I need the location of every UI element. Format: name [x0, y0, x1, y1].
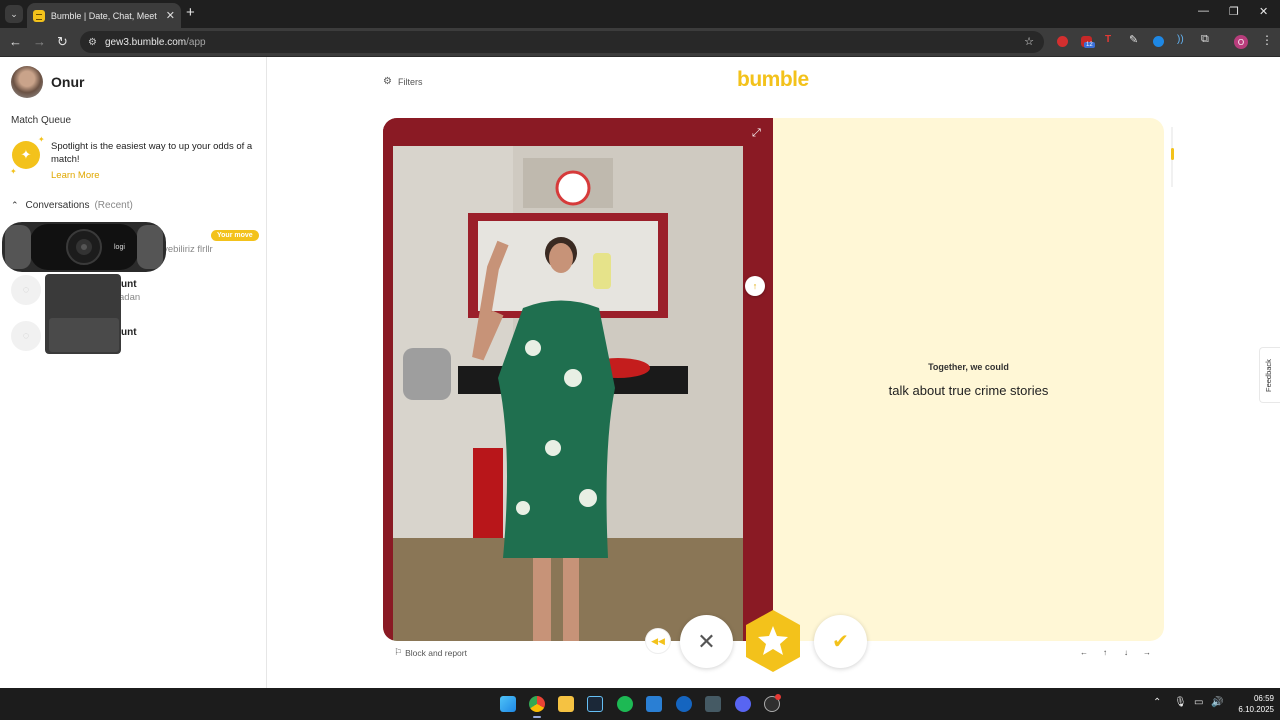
- sparkle-small-icon: ✦: [10, 167, 17, 176]
- rewind-button[interactable]: ◀◀: [645, 628, 671, 654]
- profile-avatar[interactable]: O: [1234, 35, 1248, 49]
- feedback-label: Feedback: [1264, 359, 1273, 392]
- checkmark-icon: ✔: [832, 631, 849, 653]
- site-info-icon[interactable]: ⚙: [88, 37, 97, 48]
- window-close-icon[interactable]: ✕: [1259, 5, 1268, 18]
- bookmark-star-icon[interactable]: ☆: [1024, 35, 1034, 48]
- close-x-icon: ✕: [697, 628, 716, 654]
- steam-icon[interactable]: [587, 696, 603, 712]
- volume-icon[interactable]: 🔊: [1211, 697, 1223, 708]
- extension-badge: 12: [1084, 42, 1095, 48]
- block-report-label: Block and report: [405, 647, 467, 658]
- notification-dot: [775, 694, 781, 700]
- url-path: /app: [186, 36, 206, 48]
- like-button[interactable]: ✔: [814, 615, 867, 668]
- browser-menu-icon[interactable]: ⋮: [1261, 33, 1273, 47]
- conversations-filter[interactable]: (Recent): [94, 200, 132, 211]
- photos-icon[interactable]: [646, 696, 662, 712]
- restore-icon[interactable]: ❐: [1229, 5, 1239, 18]
- your-move-badge: Your move: [211, 230, 259, 241]
- user-avatar[interactable]: [11, 66, 43, 98]
- extension-pen-icon[interactable]: ✎: [1129, 33, 1140, 46]
- browser-tab-bar: ⌄ Bumble | Date, Chat, Meet New ✕ + — ❐ …: [0, 0, 1280, 28]
- learn-more-link[interactable]: Learn More: [51, 170, 100, 181]
- profile-photo[interactable]: [383, 118, 773, 641]
- settings-app-icon[interactable]: [705, 696, 721, 712]
- clock-time: 06:59: [1253, 694, 1274, 703]
- prompt-answer: talk about true crime stories: [888, 383, 1049, 398]
- scroll-up-arrow-icon[interactable]: ↑: [745, 276, 765, 296]
- bumble-favicon-icon: [33, 9, 45, 22]
- superswipe-button[interactable]: [742, 608, 804, 674]
- back-arrow-icon[interactable]: ←: [9, 34, 22, 49]
- key-up-hint: ↑: [1103, 647, 1107, 657]
- profile-card: ⤢ ↑ Together, we could talk about true c…: [383, 118, 1164, 641]
- sparkle-small-icon: ✦: [38, 135, 45, 144]
- microphone-icon[interactable]: 🎙: [1174, 697, 1187, 708]
- tab-search-chevron-icon[interactable]: ⌄: [5, 5, 23, 23]
- url-host: gew3.bumble.com: [104, 36, 187, 48]
- spotlight-sparkle-icon[interactable]: ✦: [12, 141, 40, 169]
- extension-wave-icon[interactable]: )): [1177, 34, 1188, 45]
- spotify-icon[interactable]: [617, 696, 633, 712]
- chevron-up-icon[interactable]: ⌃: [11, 200, 19, 211]
- spotlight-text: Spotlight is the easiest way to up your …: [51, 141, 253, 165]
- conversation-snippet: iyebiliriz flrllr: [161, 244, 213, 255]
- filters-label: Filters: [397, 76, 423, 87]
- display-icon[interactable]: ▭: [1194, 697, 1203, 708]
- match-queue-title: Match Queue: [11, 115, 72, 126]
- sidebar: Onur Match Queue ✦ ✦ ✦ Spotlight is the …: [0, 57, 267, 688]
- conversations-title: Conversations: [25, 200, 90, 211]
- user-name[interactable]: Onur: [51, 74, 84, 90]
- extension-blue-icon[interactable]: [1153, 36, 1164, 47]
- file-explorer-icon[interactable]: [558, 696, 574, 712]
- forward-arrow-icon[interactable]: →: [33, 34, 46, 49]
- reload-icon[interactable]: ↻: [57, 34, 68, 50]
- active-tab[interactable]: Bumble | Date, Chat, Meet New ✕: [27, 3, 181, 28]
- block-and-report-link[interactable]: ⚐ Block and report: [394, 647, 467, 658]
- pass-button[interactable]: ✕: [680, 615, 733, 668]
- chrome-icon[interactable]: [529, 696, 545, 712]
- key-right-hint: →: [1143, 647, 1151, 657]
- expand-photo-icon[interactable]: ⤢: [752, 127, 761, 140]
- system-clock[interactable]: 06:59 6.10.2025: [1226, 693, 1274, 715]
- start-windows-icon[interactable]: [500, 696, 516, 712]
- tray-chevron-up-icon[interactable]: ⌃: [1153, 697, 1161, 708]
- clock-date: 6.10.2025: [1238, 705, 1274, 714]
- minimize-icon[interactable]: —: [1198, 5, 1209, 17]
- key-down-hint: ↓: [1124, 647, 1128, 657]
- feedback-tab[interactable]: Feedback: [1259, 347, 1280, 403]
- discord-icon[interactable]: [735, 696, 751, 712]
- prompt-question: Together, we could: [928, 362, 1009, 372]
- extensions-puzzle-icon[interactable]: ⧉: [1201, 33, 1212, 45]
- extension-red-icon[interactable]: [1057, 36, 1068, 47]
- extension-tp-icon[interactable]: T: [1105, 34, 1116, 45]
- tab-title: Bumble | Date, Chat, Meet New: [50, 10, 160, 21]
- active-app-indicator: [533, 716, 541, 718]
- browser-toolbar: ← → ↻ ⚙ gew3.bumble.com/app ☆ 12 T ✎ )) …: [0, 28, 1280, 57]
- webcam-overlay-image: logi: [2, 222, 166, 354]
- bumble-logo: bumble: [737, 68, 809, 91]
- address-bar[interactable]: ⚙ gew3.bumble.com/app ☆: [80, 31, 1044, 53]
- conversations-header[interactable]: ⌃ Conversations (Recent): [11, 200, 133, 211]
- profile-scrollbar-thumb[interactable]: [1171, 148, 1174, 160]
- new-tab-plus-icon[interactable]: +: [186, 4, 195, 21]
- webcam-brand-text: logi: [114, 244, 125, 251]
- key-left-hint: ←: [1080, 647, 1088, 657]
- browser-app-icon[interactable]: [676, 696, 692, 712]
- sliders-icon: ⚙: [383, 76, 392, 87]
- flag-icon: ⚐: [394, 647, 403, 657]
- filters-button[interactable]: ⚙ Filters: [383, 76, 422, 87]
- tab-close-icon[interactable]: ✕: [166, 9, 175, 22]
- windows-taskbar: ⌃ 🎙 ▭ 🔊 06:59 6.10.2025: [0, 688, 1280, 720]
- bumble-app: Onur Match Queue ✦ ✦ ✦ Spotlight is the …: [0, 57, 1280, 688]
